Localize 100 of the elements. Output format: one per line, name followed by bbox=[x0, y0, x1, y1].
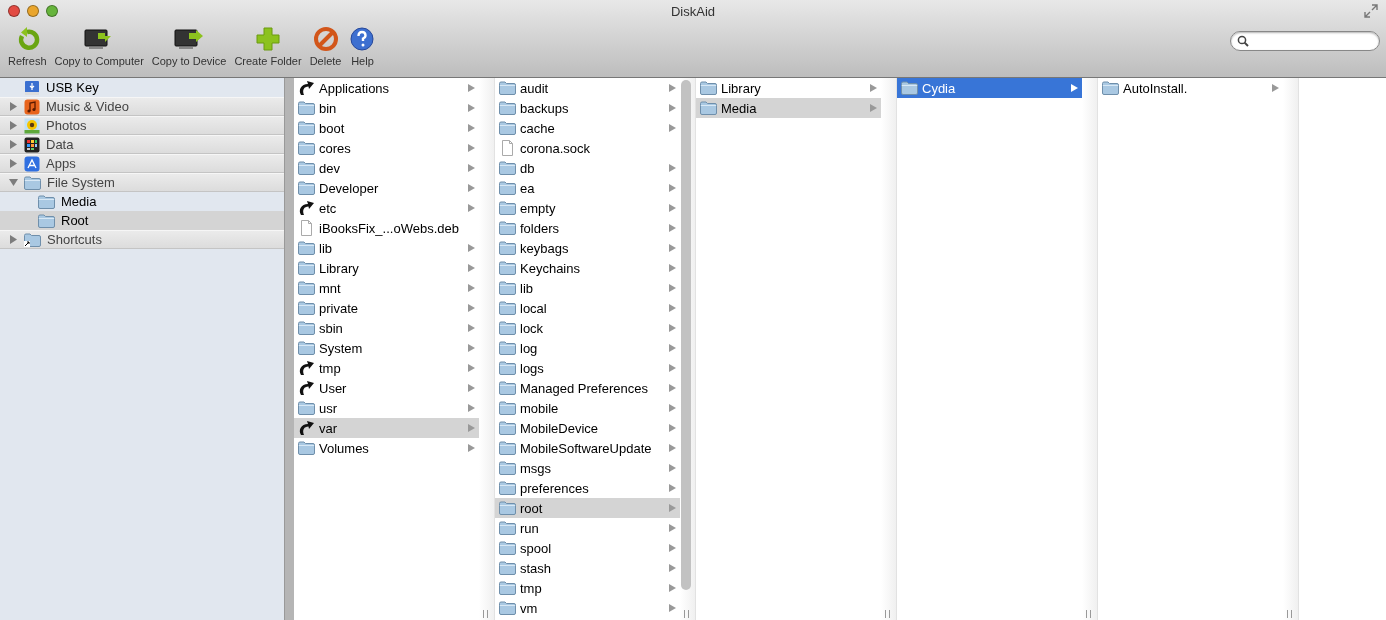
sidebar-item[interactable]: Apps bbox=[0, 154, 284, 173]
disclosure-right-icon[interactable] bbox=[9, 102, 18, 111]
file-list-item[interactable]: audit bbox=[495, 78, 680, 98]
file-list-item[interactable]: Cydia bbox=[897, 78, 1082, 98]
file-list-item[interactable]: usr bbox=[294, 398, 479, 418]
chevron-right-icon bbox=[669, 404, 676, 412]
toolbar-button[interactable]: Create Folder bbox=[230, 26, 306, 67]
file-list-item[interactable]: folders bbox=[495, 218, 680, 238]
file-list-item[interactable]: etc bbox=[294, 198, 479, 218]
file-list-item[interactable]: iBooksFix_...oWebs.deb bbox=[294, 218, 479, 238]
file-list-item[interactable]: mobile bbox=[495, 398, 680, 418]
sidebar-item[interactable]: File System bbox=[0, 173, 284, 192]
toolbar-button[interactable]: Refresh bbox=[4, 26, 51, 67]
splitter-handle[interactable] bbox=[285, 78, 294, 620]
disclosure-right-icon[interactable] bbox=[9, 121, 18, 130]
file-list-item[interactable]: preferences bbox=[495, 478, 680, 498]
disclosure-right-icon[interactable] bbox=[9, 235, 18, 244]
column-resize-handle[interactable] bbox=[1086, 610, 1091, 618]
sidebar-item[interactable]: Music & Video bbox=[0, 97, 284, 116]
toolbar-button[interactable]: Help bbox=[345, 26, 380, 67]
file-list-item[interactable]: mnt bbox=[294, 278, 479, 298]
file-list-item[interactable]: AutoInstall. bbox=[1098, 78, 1283, 98]
sidebar-item[interactable]: USB Key bbox=[0, 78, 284, 97]
folder-icon bbox=[298, 141, 315, 155]
file-list-item[interactable]: boot bbox=[294, 118, 479, 138]
minimize-button[interactable] bbox=[27, 5, 39, 17]
file-list-item[interactable]: MobileDevice bbox=[495, 418, 680, 438]
file-list-item[interactable]: local bbox=[495, 298, 680, 318]
file-list-item[interactable]: lib bbox=[294, 238, 479, 258]
file-list-item[interactable]: cache bbox=[495, 118, 680, 138]
file-list-item[interactable]: vm bbox=[495, 598, 680, 618]
file-list-item[interactable]: msgs bbox=[495, 458, 680, 478]
folder-icon bbox=[499, 581, 516, 595]
file-list-item[interactable]: root bbox=[495, 498, 680, 518]
folder-icon bbox=[298, 301, 315, 315]
file-list-item[interactable]: Library bbox=[294, 258, 479, 278]
toolbar-button[interactable]: Copy to Computer bbox=[50, 26, 148, 67]
file-list-item[interactable]: dev bbox=[294, 158, 479, 178]
search-field[interactable] bbox=[1230, 31, 1380, 51]
file-list-item[interactable]: private bbox=[294, 298, 479, 318]
sidebar-item[interactable]: Shortcuts bbox=[0, 230, 284, 249]
column-resize-handle[interactable] bbox=[483, 610, 488, 618]
disclosure-right-icon[interactable] bbox=[9, 140, 18, 149]
file-list-item[interactable]: Developer bbox=[294, 178, 479, 198]
fullscreen-icon[interactable] bbox=[1364, 4, 1378, 18]
file-list-item[interactable]: Library bbox=[696, 78, 881, 98]
file-list-item[interactable]: cores bbox=[294, 138, 479, 158]
file-list-item[interactable]: spool bbox=[495, 538, 680, 558]
prohibited-icon bbox=[312, 26, 339, 52]
file-list-item[interactable]: tmp bbox=[495, 578, 680, 598]
column-resize-handle[interactable] bbox=[885, 610, 890, 618]
sidebar-item[interactable]: Data bbox=[0, 135, 284, 154]
file-list-item[interactable]: System bbox=[294, 338, 479, 358]
zoom-button[interactable] bbox=[46, 5, 58, 17]
file-list-item[interactable]: keybags bbox=[495, 238, 680, 258]
folder-icon bbox=[499, 181, 516, 195]
file-list-item[interactable]: lib bbox=[495, 278, 680, 298]
document-icon bbox=[298, 220, 315, 236]
chevron-right-icon bbox=[468, 404, 475, 412]
file-list-item[interactable]: backups bbox=[495, 98, 680, 118]
file-list-item[interactable]: Managed Preferences bbox=[495, 378, 680, 398]
file-list-item[interactable]: logs bbox=[495, 358, 680, 378]
toolbar-button[interactable]: Delete bbox=[305, 26, 346, 67]
file-list-item[interactable]: db bbox=[495, 158, 680, 178]
file-list-item[interactable]: empty bbox=[495, 198, 680, 218]
file-list-item[interactable]: ea bbox=[495, 178, 680, 198]
file-list-item[interactable]: stash bbox=[495, 558, 680, 578]
file-list-item[interactable]: User bbox=[294, 378, 479, 398]
sidebar-item[interactable]: Photos bbox=[0, 116, 284, 135]
folder-icon bbox=[298, 341, 315, 355]
disclosure-right-icon[interactable] bbox=[9, 159, 18, 168]
file-list-item[interactable]: log bbox=[495, 338, 680, 358]
chevron-right-icon bbox=[468, 344, 475, 352]
file-list-item[interactable]: run bbox=[495, 518, 680, 538]
chevron-right-icon bbox=[468, 184, 475, 192]
close-button[interactable] bbox=[8, 5, 20, 17]
file-list-item[interactable]: Media bbox=[696, 98, 881, 118]
sidebar-item[interactable]: Root bbox=[0, 211, 284, 230]
file-list-item[interactable]: Applications bbox=[294, 78, 479, 98]
column-resize-handle[interactable] bbox=[684, 610, 689, 618]
file-list-item[interactable]: MobileSoftwareUpdate bbox=[495, 438, 680, 458]
sidebar-item[interactable]: Media bbox=[0, 192, 284, 211]
chevron-right-icon bbox=[669, 124, 676, 132]
chevron-right-icon bbox=[669, 484, 676, 492]
toolbar-button[interactable]: Copy to Device bbox=[147, 26, 231, 67]
file-list-item[interactable]: sbin bbox=[294, 318, 479, 338]
file-list-item[interactable]: lock bbox=[495, 318, 680, 338]
file-list-item[interactable]: corona.sock bbox=[495, 138, 680, 158]
chevron-right-icon bbox=[1272, 84, 1279, 92]
file-list-item[interactable]: bin bbox=[294, 98, 479, 118]
search-icon bbox=[1237, 35, 1249, 47]
file-list-item[interactable]: Volumes bbox=[294, 438, 479, 458]
folder-icon bbox=[901, 81, 918, 95]
chevron-right-icon bbox=[669, 344, 676, 352]
file-list-item[interactable]: Keychains bbox=[495, 258, 680, 278]
folder-icon bbox=[499, 321, 516, 335]
disclosure-down-icon[interactable] bbox=[9, 178, 18, 187]
file-list-item[interactable]: var bbox=[294, 418, 479, 438]
column-resize-handle[interactable] bbox=[1287, 610, 1292, 618]
file-list-item[interactable]: tmp bbox=[294, 358, 479, 378]
